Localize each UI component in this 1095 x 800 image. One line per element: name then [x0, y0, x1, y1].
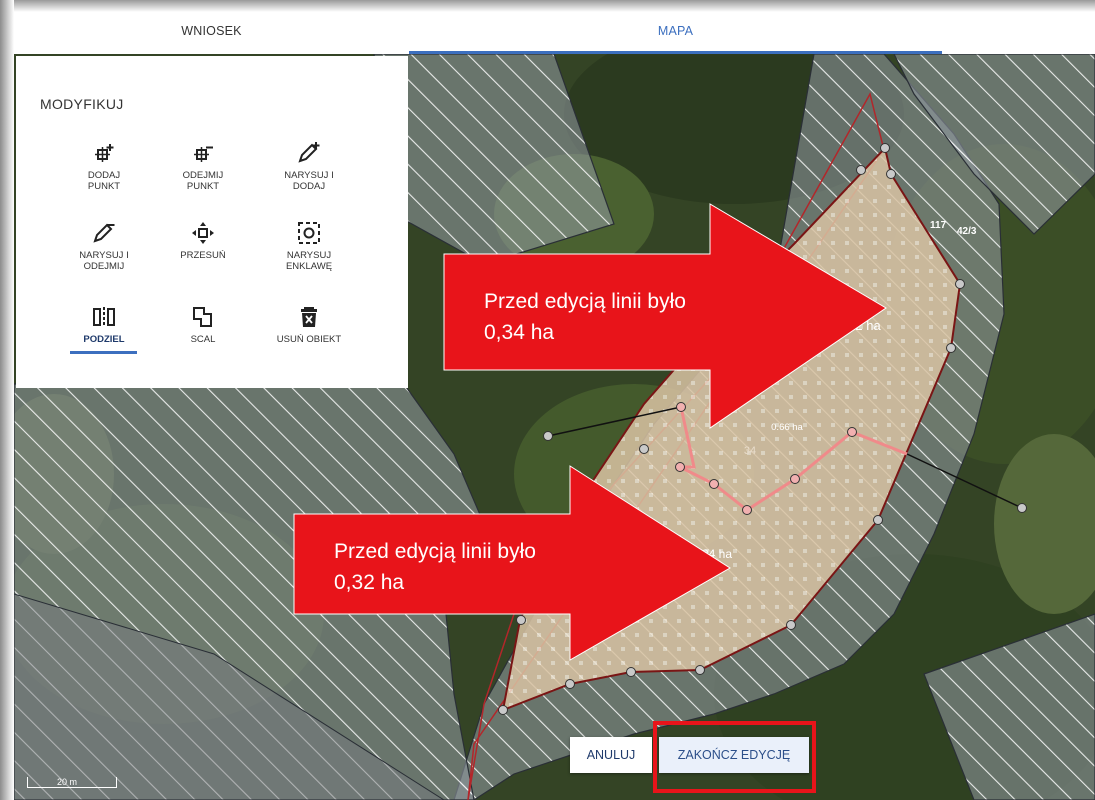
tool-label: DODAJ: [87, 170, 121, 181]
tool-label: PODZIEL: [83, 334, 125, 345]
tab-mapa[interactable]: MAPA: [409, 12, 942, 54]
tool-label: ODEJMIJ: [182, 170, 224, 181]
window-shadow-left: [0, 0, 14, 800]
tool-label: NARYSUJ I: [79, 250, 129, 261]
parcel-number-117: 117: [930, 220, 947, 231]
tool-remove-point[interactable]: ODEJMIJ PUNKT: [160, 140, 246, 192]
parcel-number-42-3: 42/3: [957, 226, 977, 237]
parcel-number-34: 34: [744, 445, 756, 457]
callout-top-line1: Przed edycją linii było: [484, 290, 686, 313]
tool-label: ENKLAWĘ: [285, 261, 333, 272]
tool-draw-enclave[interactable]: NARYSUJ ENKLAWĘ: [266, 220, 352, 272]
tool-move[interactable]: PRZESUŃ: [160, 220, 246, 261]
modify-panel: MODYFIKUJ DODAJ PUNKT ODEJMIJ PUNKT NARY…: [16, 56, 408, 388]
callout-top-text: Przed edycją linii było 0,34 ha: [484, 286, 686, 348]
callout-bottom-line1: Przed edycją linii było: [334, 540, 536, 563]
tool-draw-add[interactable]: NARYSUJ I DODAJ: [266, 140, 352, 192]
app-window: WNIOSEK MAPA 0.66 ha 0.34 ha 34 117 42/3…: [0, 0, 1095, 800]
active-tool-indicator: [70, 351, 137, 354]
tool-merge[interactable]: SCAL: [160, 304, 246, 345]
tool-label: PRZESUŃ: [180, 250, 226, 261]
tool-label: PUNKT: [186, 181, 220, 192]
tool-label: PUNKT: [87, 181, 121, 192]
tool-label: USUŃ OBIEKT: [276, 334, 342, 345]
tab-wniosek[interactable]: WNIOSEK: [14, 12, 409, 54]
cancel-button[interactable]: ANULUJ: [570, 737, 652, 773]
tool-label: SCAL: [190, 334, 216, 345]
add-point-icon: [61, 140, 147, 166]
split-icon: [61, 304, 147, 330]
callout-top-line2: 0,34 ha: [484, 321, 555, 344]
tool-label: DODAJ: [292, 181, 326, 192]
tool-label: ODEJMIJ: [83, 261, 125, 272]
tool-label: NARYSUJ: [286, 250, 332, 261]
callout-bottom-line2: 0,32 ha: [334, 571, 405, 594]
tool-split[interactable]: PODZIEL: [61, 304, 147, 345]
merge-icon: [160, 304, 246, 330]
panel-title: MODYFIKUJ: [40, 96, 124, 112]
draw-add-icon: [266, 140, 352, 166]
area-label-mid: 0.66 ha: [771, 422, 803, 433]
delete-object-icon: [266, 304, 352, 330]
draw-enclave-icon: [266, 220, 352, 246]
window-shadow-top: [0, 0, 1095, 12]
tool-delete-object[interactable]: USUŃ OBIEKT: [266, 304, 352, 345]
remove-point-icon: [160, 140, 246, 166]
tab-bar: WNIOSEK MAPA: [14, 12, 1095, 54]
highlight-box: [653, 721, 816, 793]
draw-subtract-icon: [61, 220, 147, 246]
tool-draw-subtract[interactable]: NARYSUJ I ODEJMIJ: [61, 220, 147, 272]
tool-add-point[interactable]: DODAJ PUNKT: [61, 140, 147, 192]
callout-bottom-text: Przed edycją linii było 0,32 ha: [334, 536, 536, 598]
tool-label: NARYSUJ I: [284, 170, 334, 181]
move-icon: [160, 220, 246, 246]
scale-label: 20 m: [57, 777, 78, 787]
